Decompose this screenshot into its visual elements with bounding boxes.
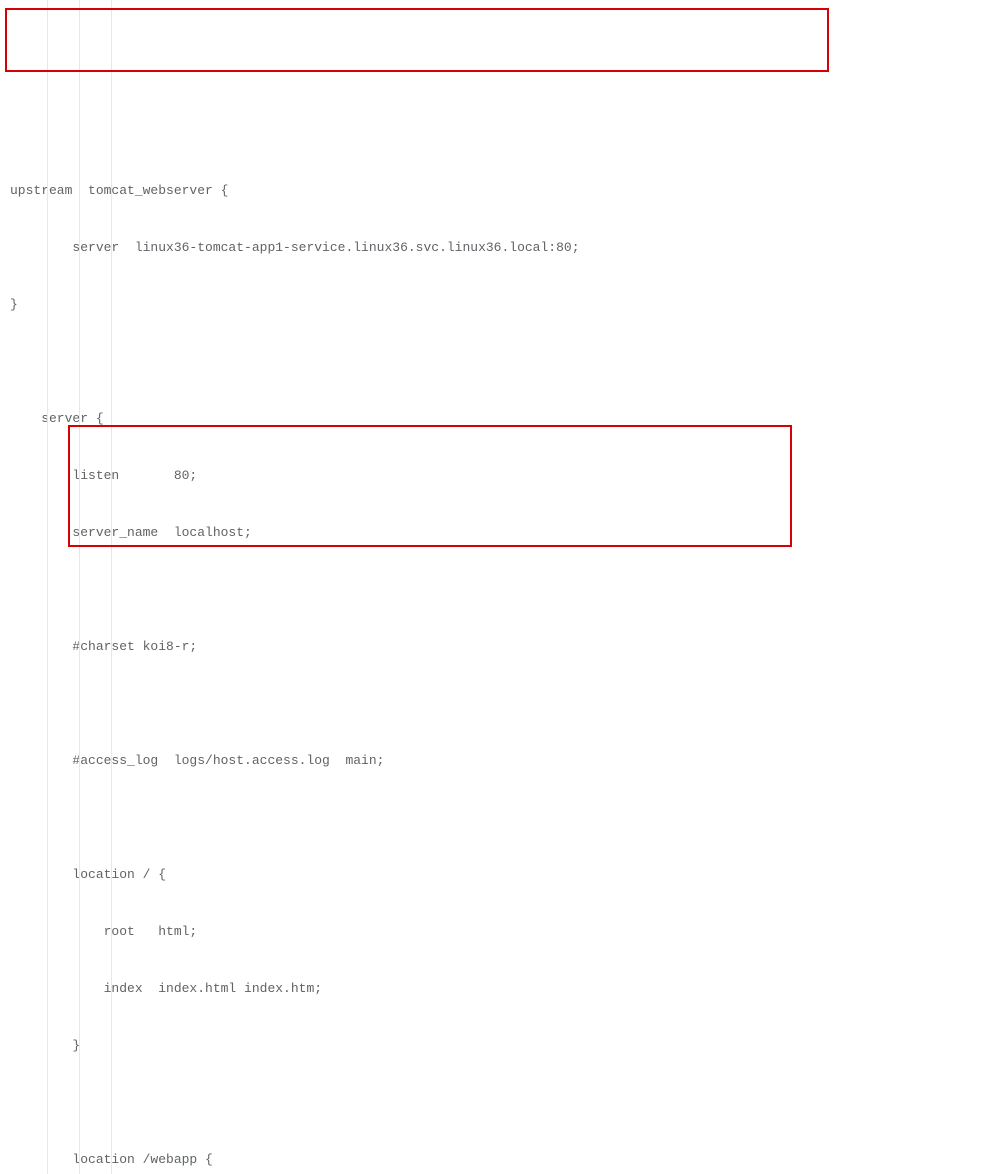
code-line: server linux36-tomcat-app1-service.linux… [10,238,1005,257]
code-line: server { [10,409,1005,428]
code-line: location / { [10,865,1005,884]
code-editor: upstream tomcat_webserver { server linux… [0,0,1005,1174]
code-line [10,808,1005,827]
code-line: server_name localhost; [10,523,1005,542]
code-line: root html; [10,922,1005,941]
code-line: upstream tomcat_webserver { [10,181,1005,200]
code-line: } [10,1036,1005,1055]
code-line [10,694,1005,713]
code-line: location /webapp { [10,1150,1005,1169]
code-line: #charset koi8-r; [10,637,1005,656]
code-line: listen 80; [10,466,1005,485]
highlight-box-upstream [5,8,829,72]
code-line [10,352,1005,371]
code-line: #access_log logs/host.access.log main; [10,751,1005,770]
code-line [10,580,1005,599]
code-line: } [10,295,1005,314]
code-line [10,1093,1005,1112]
code-line: index index.html index.htm; [10,979,1005,998]
